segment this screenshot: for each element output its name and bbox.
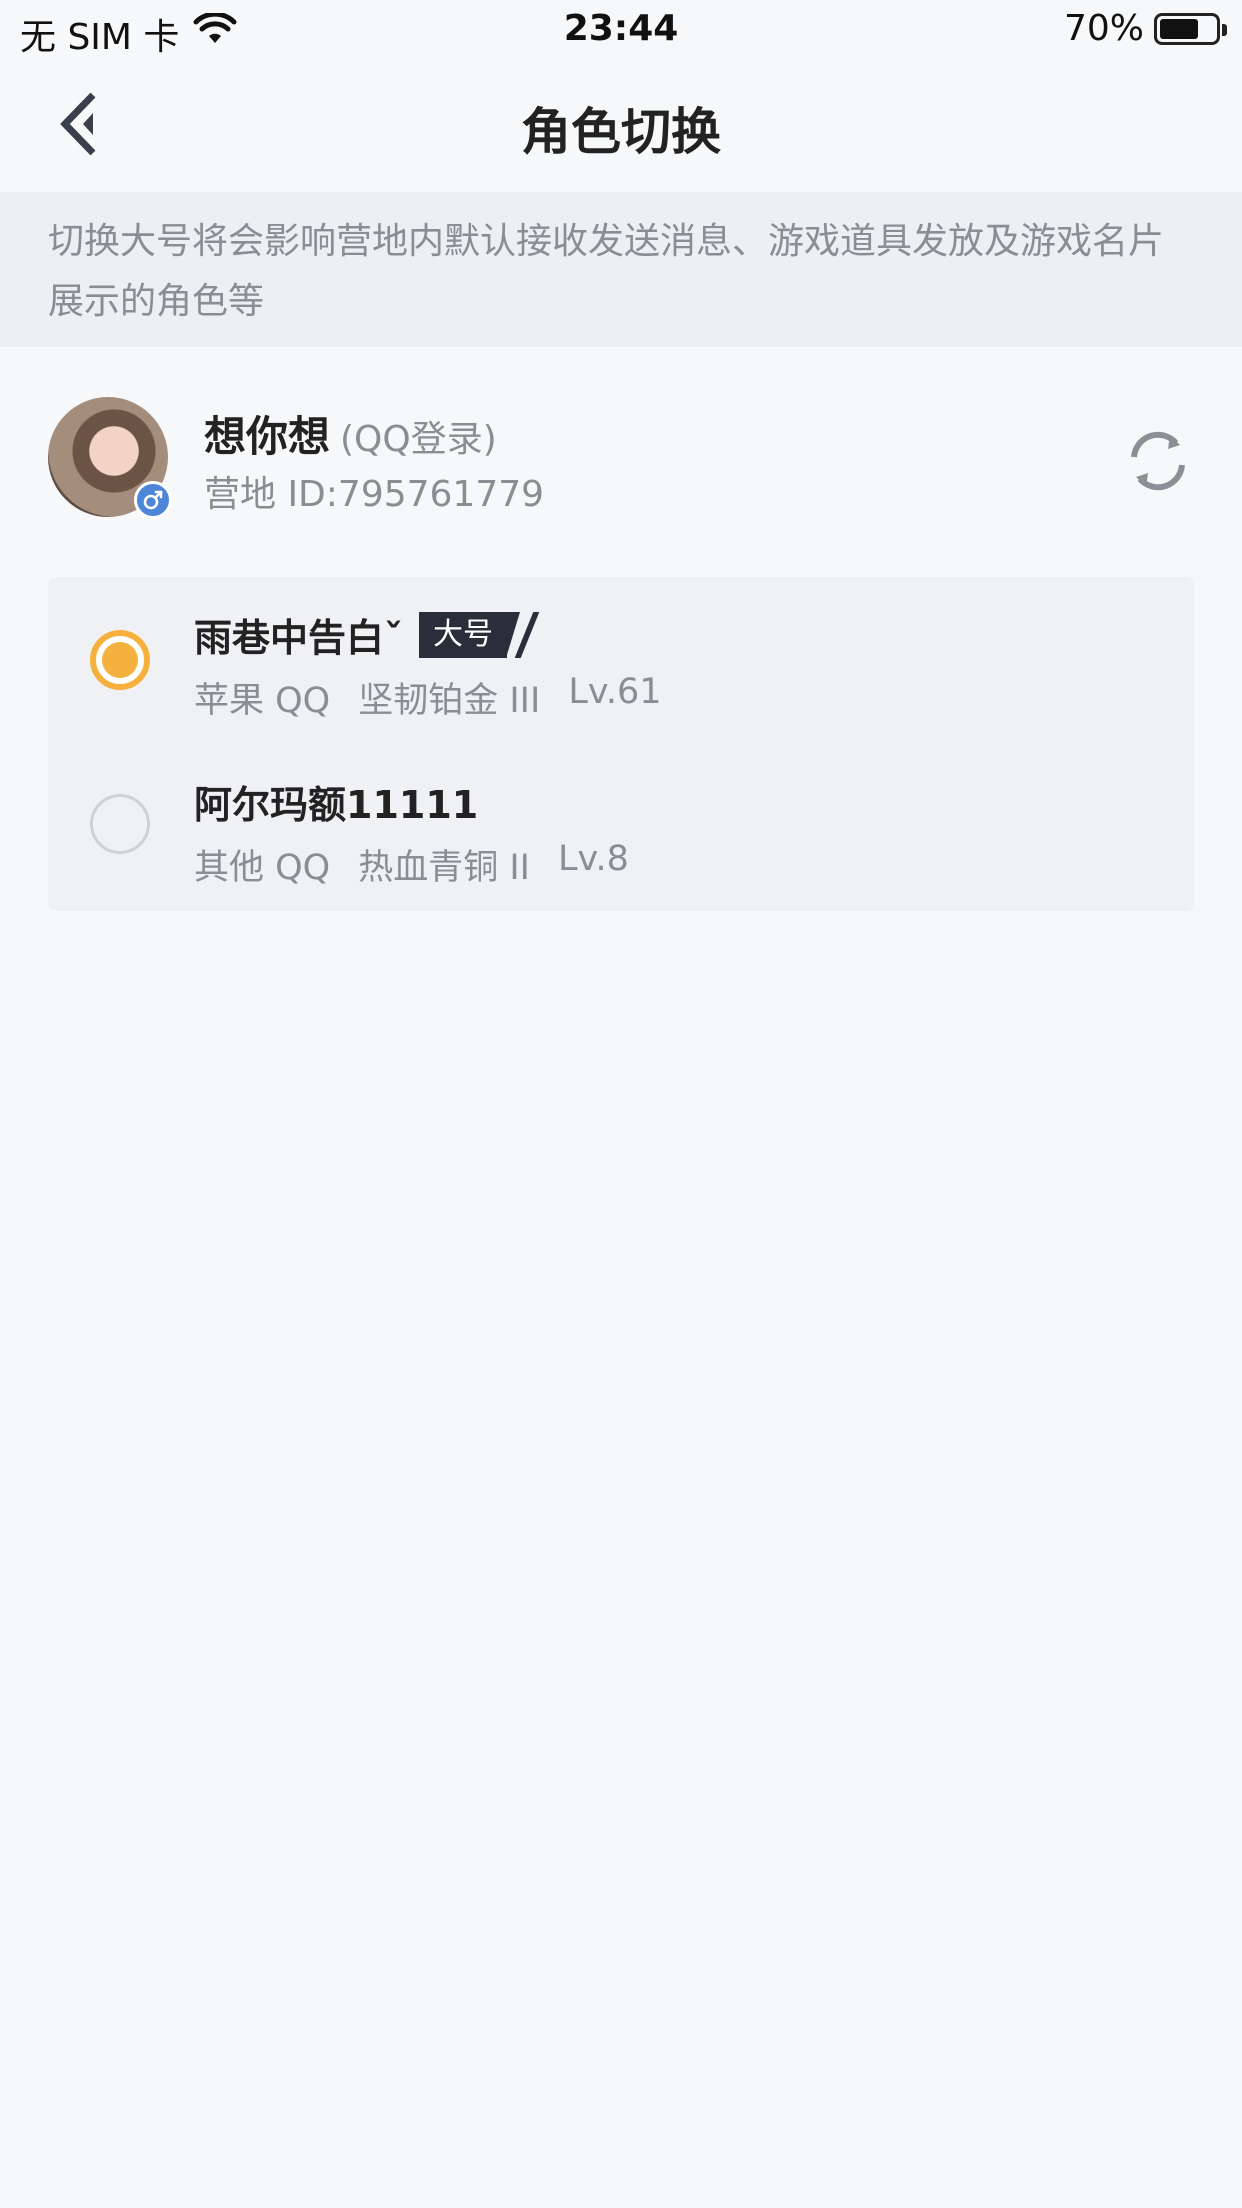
main-account-badge: 大号 xyxy=(419,611,540,658)
account-header: 想你想 (QQ登录) 营地 ID:795761779 xyxy=(0,347,1242,533)
role-item[interactable]: 阿尔玛额11111 其他 QQ 热血青铜 II Lv.8 xyxy=(48,744,1194,911)
role-meta: 苹果 QQ 坚韧铂金 III Lv.61 xyxy=(194,672,662,723)
battery-tip xyxy=(1222,23,1227,36)
role-level: Lv.8 xyxy=(558,839,629,879)
role-rank: 坚韧铂金 III xyxy=(358,681,541,721)
notice-banner: 切换大号将会影响营地内默认接收发送消息、游戏道具发放及游戏名片展示的角色等 xyxy=(0,192,1242,347)
battery-percent: 70% xyxy=(1063,8,1144,49)
role-name: 阿尔玛额11111 xyxy=(194,783,479,827)
radio-dot xyxy=(102,642,138,678)
main-account-badge-label: 大号 xyxy=(419,611,508,658)
male-gender-icon xyxy=(134,481,172,519)
role-item[interactable]: 雨巷中告白ˇ 大号 苹果 QQ 坚韧铂金 III Lv.61 xyxy=(48,577,1194,744)
page-title: 角色切换 xyxy=(521,103,721,161)
status-time: 23:44 xyxy=(563,8,679,49)
role-name: 雨巷中告白ˇ xyxy=(194,616,404,660)
role-platform: 其他 QQ xyxy=(194,848,331,888)
battery-fill xyxy=(1160,18,1198,39)
login-type: (QQ登录) xyxy=(340,419,497,460)
role-rank: 热血青铜 II xyxy=(358,848,531,888)
camp-id: 营地 ID:795761779 xyxy=(204,474,545,515)
role-level: Lv.61 xyxy=(568,672,662,712)
nav-bar: 角色切换 xyxy=(0,62,1242,192)
account-name-row: 想你想 (QQ登录) xyxy=(204,403,497,464)
role-name-row: 雨巷中告白ˇ 大号 xyxy=(194,607,540,662)
radio-unselected[interactable] xyxy=(90,794,150,854)
role-list: 雨巷中告白ˇ 大号 苹果 QQ 坚韧铂金 III Lv.61 阿尔玛额11111… xyxy=(48,577,1194,911)
role-meta: 其他 QQ 热血青铜 II Lv.8 xyxy=(194,839,629,890)
role-name-row: 阿尔玛额11111 xyxy=(194,774,478,829)
radio-selected[interactable] xyxy=(90,630,150,690)
notice-text: 切换大号将会影响营地内默认接收发送消息、游戏道具发放及游戏名片展示的角色等 xyxy=(48,221,1165,322)
account-name: 想你想 xyxy=(204,412,331,461)
role-platform: 苹果 QQ xyxy=(194,681,331,721)
battery-icon xyxy=(1154,12,1227,45)
avatar xyxy=(48,397,172,519)
refresh-icon xyxy=(1124,431,1192,499)
switch-account-button[interactable] xyxy=(1124,427,1192,495)
status-bar: 无 SIM 卡 23:44 70% xyxy=(0,0,1242,62)
status-right: 70% xyxy=(1063,8,1227,49)
